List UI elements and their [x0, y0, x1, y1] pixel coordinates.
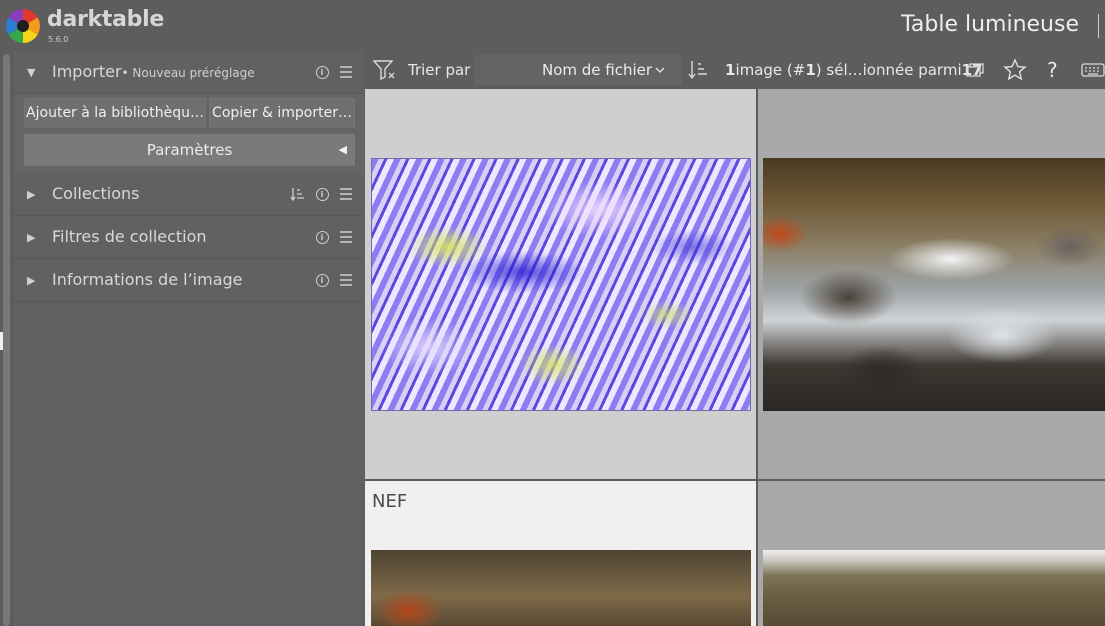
sort-order-icon[interactable] [688, 52, 712, 88]
selection-status-text: 1 image (# 1) sél…ionnée parmi 17 [725, 52, 982, 88]
module-header-icons: i [290, 186, 354, 202]
thumbnail-image[interactable] [371, 158, 751, 411]
view-title-lighttable[interactable]: Table lumineuse [901, 12, 1079, 37]
sort-lines-icon[interactable] [290, 186, 306, 202]
module-header-collection-filters[interactable]: ▶ Filtres de collection i [14, 217, 364, 259]
info-icon[interactable]: i [314, 272, 330, 288]
collapse-triangle-icon: ◀ [338, 143, 347, 156]
thumbnail-image[interactable] [763, 550, 1105, 626]
info-icon[interactable]: i [314, 64, 330, 80]
thumbnail-cell[interactable] [758, 89, 1105, 479]
thumbnail-image[interactable] [371, 550, 751, 626]
selection-index: 1 [805, 61, 816, 79]
darktable-logo [6, 9, 40, 43]
star-icon[interactable] [1003, 52, 1027, 88]
module-header-icons: i [314, 272, 354, 288]
info-icon[interactable]: i [314, 229, 330, 245]
app-version: 5.6.0 [48, 35, 69, 44]
expand-arrow-icon[interactable]: ▼ [27, 66, 35, 79]
module-title-collection-filters: Filtres de collection [52, 227, 207, 246]
thumbnail-extension-label: NEF [372, 491, 408, 512]
selection-mid-text: image (# [735, 61, 806, 79]
left-panel-scrollbar[interactable] [3, 54, 10, 626]
view-separator [1098, 14, 1099, 38]
top-toolbar: Trier par Nom de fichier 1 image (# 1) sé… [364, 52, 1105, 88]
hamburger-menu-icon[interactable] [338, 272, 354, 288]
module-title: Importer• Nouveau préréglage [52, 62, 255, 81]
top-header: darktable 5.6.0 Table lumineuse [0, 0, 1105, 52]
module-header-import[interactable]: ▼ Importer• Nouveau préréglage i [14, 52, 364, 94]
grouping-icon[interactable] [965, 52, 987, 88]
expand-arrow-icon[interactable]: ▶ [27, 274, 35, 287]
thumbnail-cell-selected[interactable] [365, 89, 756, 479]
copy-and-import-button[interactable]: Copier & importer… [209, 98, 355, 128]
selection-rest-text: ) sél…ionnée parmi [815, 61, 962, 79]
thumbnail-cell[interactable] [758, 481, 1105, 626]
thumbnail-cell-hovered[interactable]: NEF [365, 481, 756, 626]
module-header-icons: i [314, 229, 354, 245]
expand-arrow-icon[interactable]: ▶ [27, 188, 35, 201]
sort-by-value: Nom de fichier [542, 61, 653, 79]
lighttable-grid[interactable]: NEF [364, 88, 1105, 626]
sort-by-dropdown[interactable]: Nom de fichier [474, 55, 682, 85]
hamburger-menu-icon[interactable] [338, 64, 354, 80]
help-icon[interactable]: ? [1047, 52, 1058, 88]
app-name: darktable [47, 7, 164, 32]
import-module-body: Ajouter à la bibliothèqu… Copier & impor… [14, 94, 364, 174]
left-panel-collapse-handle[interactable] [0, 332, 3, 350]
hamburger-menu-icon[interactable] [338, 229, 354, 245]
keyboard-icon[interactable] [1081, 52, 1105, 88]
add-to-library-button[interactable]: Ajouter à la bibliothèqu… [24, 98, 206, 128]
module-preset-label: • Nouveau préréglage [121, 66, 255, 80]
thumbnail-image[interactable] [763, 158, 1105, 411]
hamburger-menu-icon[interactable] [338, 186, 354, 202]
chevron-down-icon [654, 61, 666, 83]
parameters-section-toggle[interactable]: Paramètres ◀ [24, 134, 355, 166]
module-header-icons: i [314, 64, 354, 80]
module-title-image-information: Informations de l’image [52, 270, 243, 289]
module-title-import: Importer [52, 62, 122, 81]
left-panel: ▼ Importer• Nouveau préréglage i Ajouter… [14, 52, 364, 626]
sort-by-label: Trier par [408, 61, 471, 79]
module-header-collections[interactable]: ▶ Collections i [14, 174, 364, 216]
parameters-label: Paramètres [146, 141, 233, 159]
expand-arrow-icon[interactable]: ▶ [27, 231, 35, 244]
info-icon[interactable]: i [314, 186, 330, 202]
selection-count: 1 [725, 61, 736, 79]
filter-funnel-icon[interactable] [372, 52, 398, 88]
module-header-image-information[interactable]: ▶ Informations de l’image i [14, 260, 364, 302]
module-title-collections: Collections [52, 184, 140, 203]
